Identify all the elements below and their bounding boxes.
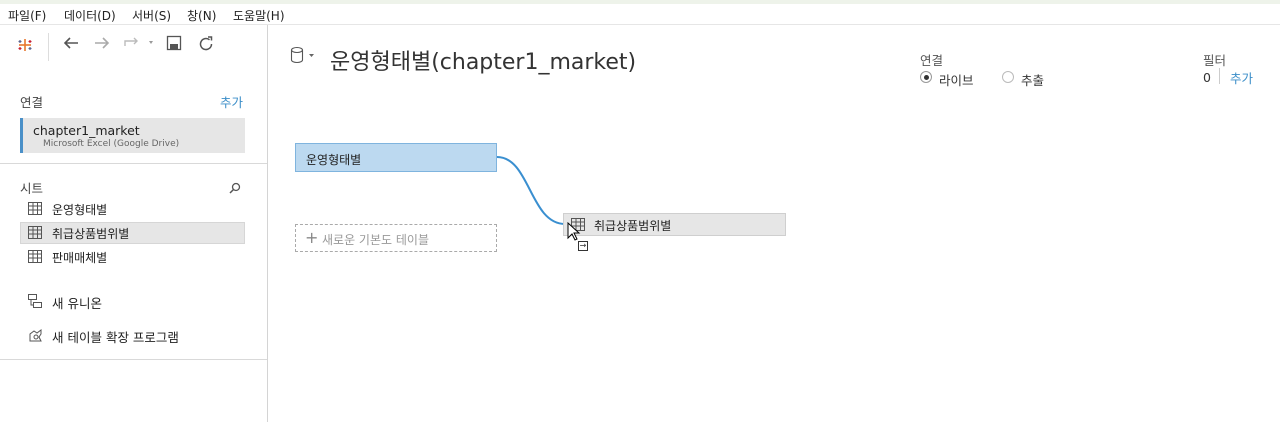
relationship-noodle xyxy=(496,156,566,225)
mouse-cursor-icon xyxy=(567,222,581,241)
new-logical-table-label: 새로운 기본도 테이블 xyxy=(322,233,429,247)
logical-table-label: 운영형태별 xyxy=(306,153,362,167)
dragging-table[interactable]: 취급상품범위별 xyxy=(563,213,786,236)
drag-add-icon: → xyxy=(578,241,588,251)
plus-icon: + xyxy=(305,228,319,247)
new-logical-table-dropzone[interactable]: + 새로운 기본도 테이블 xyxy=(295,224,497,252)
logical-table-primary[interactable]: 운영형태별 xyxy=(295,143,497,172)
dragging-table-label: 취급상품범위별 xyxy=(594,219,672,233)
